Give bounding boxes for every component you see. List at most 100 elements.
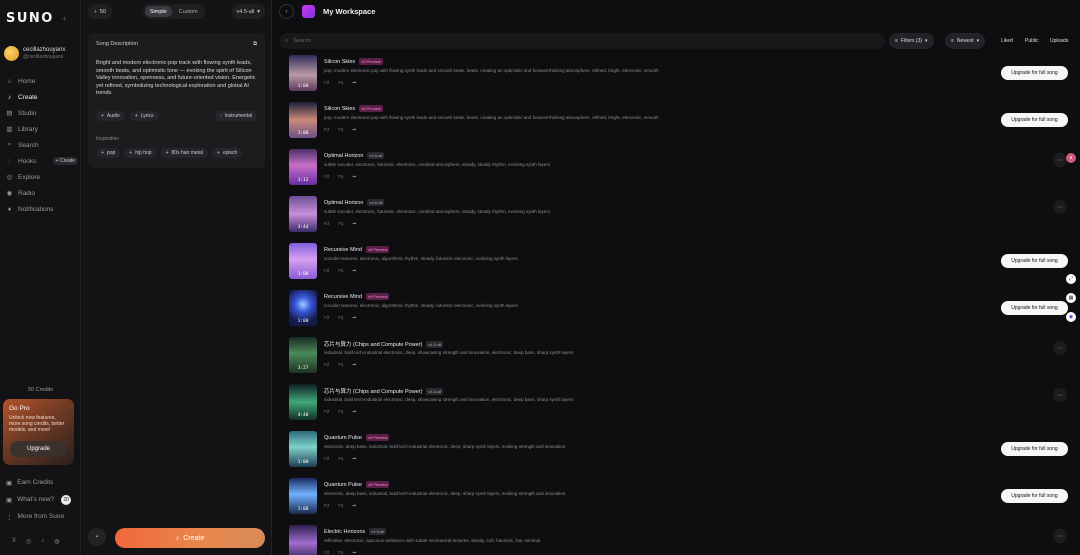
liked-filter[interactable]: Liked	[1001, 33, 1013, 49]
sidebar-item-explore[interactable]: ◎ Explore	[6, 169, 78, 185]
share-icon[interactable]: ➦	[352, 362, 356, 368]
create-button[interactable]: ♪ Create	[115, 528, 265, 548]
upgrade-full-song-button[interactable]: Upgrade for full song	[1001, 442, 1068, 456]
collapse-sidebar-icon[interactable]: ‹	[63, 13, 66, 23]
public-filter[interactable]: Public	[1025, 33, 1039, 49]
workspace-title[interactable]: My Workspace	[323, 7, 375, 16]
sidebar-item-create[interactable]: ♪ Create	[6, 89, 78, 105]
song-title[interactable]: 芯片与算力 (Chips and Compute Power)	[324, 387, 422, 395]
song-cover[interactable]: 1:00	[289, 243, 317, 279]
more-options-icon[interactable]: ⋯	[1053, 153, 1067, 167]
song-cover[interactable]	[289, 525, 317, 555]
song-row[interactable]: 4:48 芯片与算力 (Chips and Compute Power) v4.5-…	[289, 384, 1069, 431]
song-title[interactable]: Quantum Pulse	[324, 435, 362, 441]
sidebar-item-home[interactable]: ⌂ Home	[6, 73, 78, 89]
song-cover[interactable]: 1:00	[289, 478, 317, 514]
share-icon[interactable]: ➦	[352, 127, 356, 133]
share-icon[interactable]: ➦	[352, 174, 356, 180]
expand-icon[interactable]: ⤢	[1066, 274, 1076, 284]
share-icon[interactable]: ➦	[352, 409, 356, 415]
add-audio-button[interactable]: + Audio	[96, 111, 125, 121]
tiktok-icon[interactable]: ♪	[41, 538, 44, 545]
song-cover[interactable]: 3:12	[289, 149, 317, 185]
tab-custom[interactable]: Custom	[174, 6, 203, 17]
inspiration-tag[interactable]: +80s hair metal	[160, 148, 208, 158]
song-row[interactable]: 3:12 Optimal Horizon v4.5-all subtle vocode…	[289, 149, 1069, 196]
thumbs-up-icon[interactable]: 👍︎	[324, 456, 329, 462]
thumbs-up-icon[interactable]: 👍︎	[324, 503, 329, 509]
song-description-text[interactable]: Bright and modern electronic-pop track w…	[96, 60, 257, 98]
upgrade-full-song-button[interactable]: Upgrade for full song	[1001, 66, 1068, 80]
thumbs-up-icon[interactable]: 👍︎	[324, 174, 329, 180]
share-icon[interactable]: ➦	[352, 315, 356, 321]
song-title[interactable]: Recursive Mind	[324, 247, 362, 253]
share-icon[interactable]: ➦	[352, 456, 356, 462]
tab-simple[interactable]: Simple	[144, 6, 172, 17]
copy-icon[interactable]: ⧉	[253, 41, 257, 48]
song-row[interactable]: 1:00 Quantum Pulse v5 Preview electronic, d…	[289, 431, 1069, 478]
share-icon[interactable]: ➦	[352, 268, 356, 274]
thumbs-up-icon[interactable]: 👍︎	[324, 315, 329, 321]
back-button[interactable]: ‹	[279, 4, 294, 19]
thumbs-down-icon[interactable]: 👎︎	[338, 174, 343, 180]
upgrade-full-song-button[interactable]: Upgrade for full song	[1001, 489, 1068, 503]
sidebar-link-earn-credits[interactable]: ▣ Earn Credits	[6, 474, 78, 491]
inspiration-tag[interactable]: + episch	[211, 148, 243, 158]
filters-button[interactable]: ≡ Filters (3) ▾	[889, 33, 934, 49]
search-input[interactable]: ⌕ Search	[279, 33, 885, 49]
song-row[interactable]: 3:44 Optimal Horizon v4.5-all subtle vocode…	[289, 196, 1069, 243]
more-options-icon[interactable]: ⋯	[1053, 529, 1067, 543]
song-cover[interactable]: 1:00	[289, 55, 317, 91]
sidebar-item-search[interactable]: ⌕ Search	[6, 137, 78, 153]
song-row[interactable]: 1:00 Recursive Mind v5 Preview vocoder text…	[289, 243, 1069, 290]
thumbs-down-icon[interactable]: 👎︎	[338, 127, 343, 133]
uploads-filter[interactable]: Uploads	[1050, 33, 1068, 49]
song-cover[interactable]: 4:48	[289, 384, 317, 420]
song-title[interactable]: Quantum Pulse	[324, 482, 362, 488]
upgrade-button[interactable]: Upgrade	[10, 441, 67, 457]
song-description-box[interactable]: Song Description ⧉ Bright and modern ele…	[88, 33, 265, 168]
song-title[interactable]: Recursive Mind	[324, 294, 362, 300]
sidebar-link-more-from-suno[interactable]: ⋮ More from Suno	[6, 508, 78, 525]
sidebar-item-notifications[interactable]: ♦ Notifications	[6, 201, 78, 217]
thumbs-down-icon[interactable]: 👎︎	[338, 456, 343, 462]
song-cover[interactable]: 3:44	[289, 196, 317, 232]
share-icon[interactable]: ➦	[352, 221, 356, 227]
share-icon[interactable]: ➦	[352, 550, 356, 555]
upgrade-full-song-button[interactable]: Upgrade for full song	[1001, 113, 1068, 127]
song-row[interactable]: 1:00 Silicon Skies v5 Preview pop, modern e…	[289, 102, 1069, 149]
song-cover[interactable]: 1:00	[289, 290, 317, 326]
song-row[interactable]: Electric Horizons v4.5-all reflective, ele…	[289, 525, 1069, 555]
more-options-icon[interactable]: ⋯	[1053, 341, 1067, 355]
more-options-icon[interactable]: ⋯	[1053, 200, 1067, 214]
song-row[interactable]: 1:00 Recursive Mind v5 Preview vocoder text…	[289, 290, 1069, 337]
sidebar-item-library[interactable]: ▥ Library	[6, 121, 78, 137]
inspiration-tag[interactable]: + hip hop	[124, 148, 157, 158]
song-title[interactable]: Electric Horizons	[324, 529, 365, 535]
trash-icon[interactable]: ▪	[88, 528, 106, 546]
thumbs-up-icon[interactable]: 👍︎	[324, 127, 329, 133]
share-icon[interactable]: ➦	[352, 80, 356, 86]
x-icon[interactable]: X	[12, 538, 16, 545]
instagram-icon[interactable]: ◎	[26, 538, 31, 545]
song-title[interactable]: Silicon Skies	[324, 106, 355, 112]
floating-avatar-icon[interactable]: ●	[1066, 153, 1076, 163]
inspiration-tag[interactable]: + pop	[96, 148, 121, 158]
song-cover[interactable]: 3:27	[289, 337, 317, 373]
thumbs-down-icon[interactable]: 👎︎	[338, 268, 343, 274]
thumbs-down-icon[interactable]: 👎︎	[338, 221, 343, 227]
upgrade-full-song-button[interactable]: Upgrade for full song	[1001, 301, 1068, 315]
song-row[interactable]: 1:00 Silicon Skies v5 Preview pop, modern e…	[289, 55, 1069, 102]
song-title[interactable]: Silicon Skies	[324, 59, 355, 65]
credits-pill[interactable]: ♪ 50	[88, 4, 112, 19]
thumbs-up-icon[interactable]: 👍︎	[324, 409, 329, 415]
instrumental-toggle[interactable]: ◦ Instrumental	[214, 111, 257, 121]
song-title[interactable]: Optimal Horizon	[324, 153, 363, 159]
upgrade-full-song-button[interactable]: Upgrade for full song	[1001, 254, 1068, 268]
thumbs-up-icon[interactable]: 👍︎	[324, 268, 329, 274]
grid-icon[interactable]: ▦	[1066, 293, 1076, 303]
assistant-icon[interactable]: ◉	[1066, 312, 1076, 322]
thumbs-up-icon[interactable]: 👍︎	[324, 362, 329, 368]
sidebar-item-studio[interactable]: ▤ Studio	[6, 105, 78, 121]
sidebar-item-hooks[interactable]: ◌ Hooks + Create	[6, 153, 78, 169]
